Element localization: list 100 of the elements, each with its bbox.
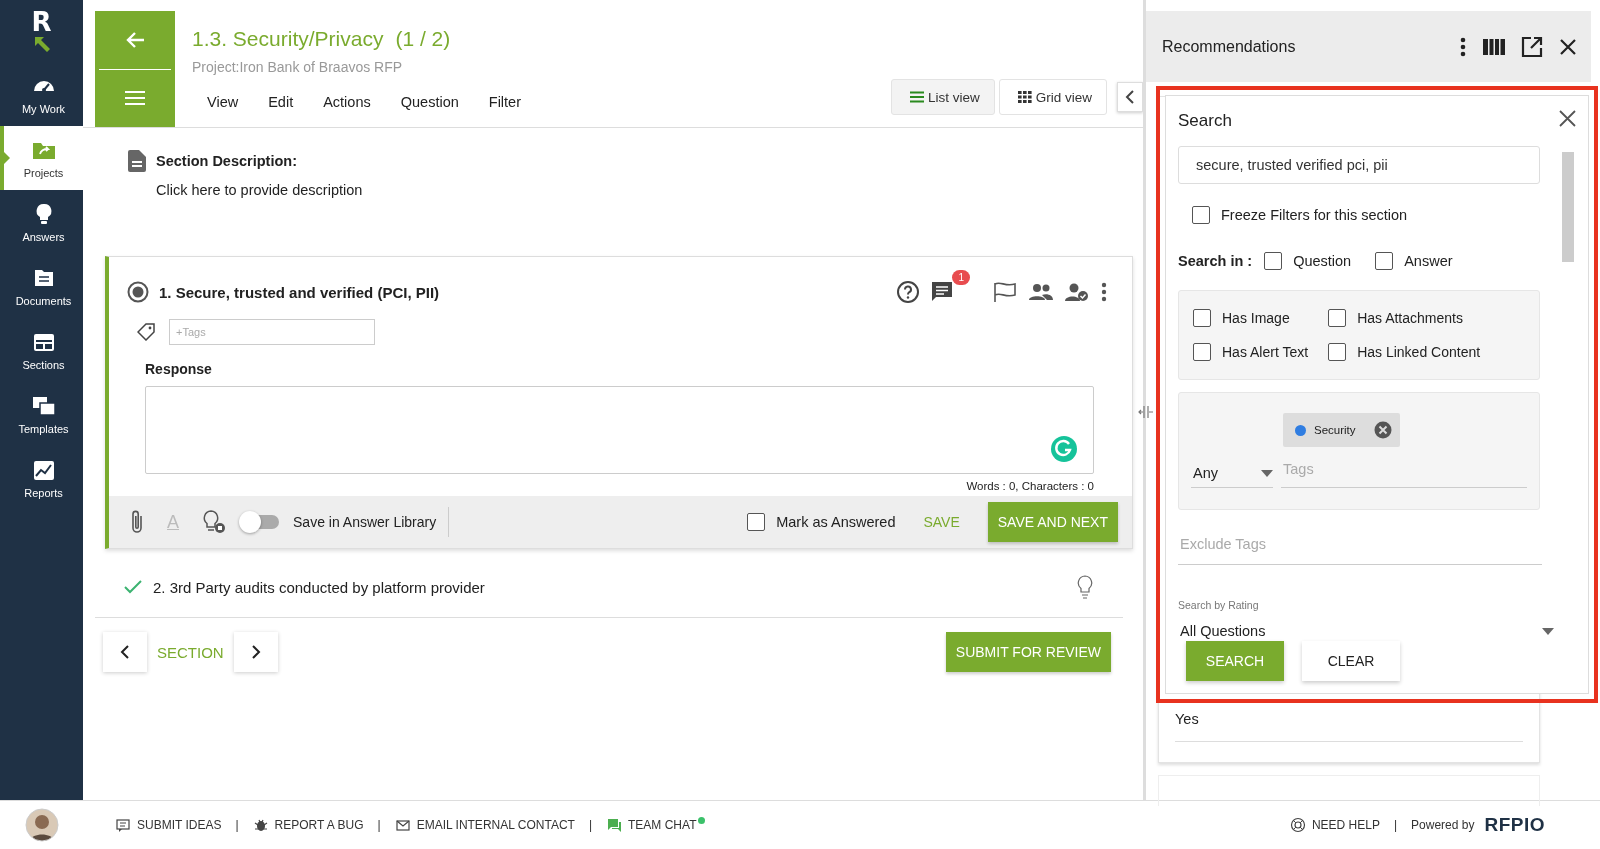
flag-icon[interactable] bbox=[992, 281, 1018, 303]
description-link[interactable]: Click here to provide description bbox=[156, 182, 1143, 198]
section-label: SECTION bbox=[156, 643, 225, 661]
close-button[interactable] bbox=[1559, 110, 1576, 127]
tags-field[interactable]: +Tags bbox=[169, 319, 375, 345]
ideas-icon bbox=[115, 817, 131, 833]
checkbox[interactable] bbox=[1328, 309, 1347, 327]
search-title: Search bbox=[1178, 111, 1232, 131]
next-button[interactable] bbox=[233, 632, 278, 672]
rating-label: Search by Rating bbox=[1178, 599, 1260, 611]
match-dropdown[interactable]: Any bbox=[1191, 459, 1273, 488]
help-icon[interactable] bbox=[896, 280, 920, 304]
checkbox-label: Freeze Filters for this section bbox=[1221, 207, 1408, 223]
grid-icon bbox=[1017, 91, 1032, 103]
footer-link[interactable]: SUBMIT IDEAS bbox=[115, 817, 222, 833]
menu-item[interactable]: Edit bbox=[253, 94, 309, 110]
sidebar-item[interactable]: Templates bbox=[0, 382, 83, 446]
checkbox-label: Has Image bbox=[1222, 310, 1290, 326]
bug-icon bbox=[252, 817, 269, 833]
project-name: Project:Iron Bank of Braavos RFP bbox=[192, 59, 404, 75]
sidebar-item[interactable]: Sections bbox=[0, 318, 83, 382]
separator: | bbox=[587, 818, 593, 832]
checkbox-label: Question bbox=[1293, 253, 1352, 269]
checkbox[interactable] bbox=[1264, 252, 1283, 270]
search-field[interactable]: secure, trusted verified pci, pii bbox=[1178, 146, 1540, 184]
list-icon bbox=[909, 91, 924, 103]
response-field[interactable] bbox=[145, 386, 1094, 474]
tag-chip[interactable]: Security bbox=[1283, 413, 1400, 447]
chevron-left-icon bbox=[120, 645, 130, 659]
close-button[interactable] bbox=[1559, 37, 1577, 56]
more-icon bbox=[1459, 35, 1467, 58]
checkbox-label: Answer bbox=[1404, 253, 1453, 269]
user-check-icon[interactable] bbox=[1064, 281, 1090, 303]
collapse-button[interactable] bbox=[1117, 82, 1143, 112]
checkbox[interactable] bbox=[1193, 343, 1211, 361]
question-title[interactable]: 2. 3rd Party audits conducted by platform provider bbox=[153, 578, 485, 596]
tags-field[interactable]: Tags bbox=[1281, 457, 1527, 488]
scrollbar[interactable] bbox=[1562, 152, 1574, 262]
checkbox-label: Has Linked Content bbox=[1357, 344, 1481, 360]
checkbox[interactable] bbox=[1193, 309, 1211, 327]
checkbox[interactable] bbox=[1328, 343, 1347, 361]
bulb-icon[interactable] bbox=[1077, 575, 1093, 599]
comment-count: 1 bbox=[952, 270, 970, 285]
footer-link[interactable]: TEAM CHAT bbox=[606, 817, 697, 833]
menu-item[interactable]: Question bbox=[385, 94, 474, 110]
mail-icon bbox=[394, 817, 411, 833]
toggle-label: Save in Answer Library bbox=[293, 507, 450, 537]
close-icon bbox=[1559, 37, 1577, 56]
paperclip-icon[interactable] bbox=[129, 509, 145, 535]
resize-handle-icon[interactable] bbox=[1138, 404, 1154, 420]
menu-item[interactable]: Filter bbox=[473, 94, 536, 110]
checkbox[interactable] bbox=[747, 513, 766, 531]
footer-link[interactable]: EMAIL INTERNAL CONTACT bbox=[394, 817, 575, 833]
section-title: 1.3. Security/Privacy bbox=[192, 27, 384, 51]
rating-dropdown[interactable]: All Questions bbox=[1178, 623, 1554, 639]
view-toggle[interactable]: List view bbox=[890, 79, 995, 115]
separator: | bbox=[234, 818, 240, 832]
help-link[interactable]: NEED HELP bbox=[1289, 817, 1380, 833]
more-button[interactable] bbox=[1459, 35, 1467, 58]
sidebar-item[interactable]: Reports bbox=[0, 446, 83, 510]
chevron-left-icon bbox=[1125, 90, 1135, 104]
tag-icon bbox=[137, 323, 155, 341]
caret-icon bbox=[1261, 469, 1273, 477]
previous-button[interactable] bbox=[103, 632, 147, 672]
logo-text: R bbox=[31, 9, 52, 34]
question-title: 1. Secure, trusted and verified (PCI, PII) bbox=[159, 283, 440, 301]
search-in-label: Search in : bbox=[1178, 253, 1253, 269]
menu-item[interactable]: Actions bbox=[308, 94, 386, 110]
response-label: Response bbox=[144, 360, 213, 377]
sidebar-item[interactable]: Documents bbox=[0, 254, 83, 318]
checkbox[interactable] bbox=[1375, 252, 1394, 270]
sidebar-item[interactable]: Projects bbox=[0, 126, 83, 190]
sidebar-item[interactable]: My Work bbox=[0, 62, 83, 126]
open-external-icon bbox=[1521, 35, 1543, 58]
open-external-button[interactable] bbox=[1521, 35, 1543, 58]
document-icon bbox=[128, 150, 146, 172]
columns-button[interactable] bbox=[1483, 38, 1505, 55]
radio-icon[interactable] bbox=[127, 281, 149, 303]
menu-item[interactable]: View bbox=[192, 94, 254, 110]
clear-button[interactable]: CLEAR bbox=[1302, 641, 1400, 681]
checkbox[interactable] bbox=[1192, 206, 1210, 224]
menu-icon bbox=[124, 90, 146, 107]
brand-logo: RFPIO bbox=[1484, 814, 1545, 836]
checkbox-label: Has Attachments bbox=[1357, 310, 1463, 326]
chevron-right-icon bbox=[250, 645, 261, 659]
avatar[interactable] bbox=[24, 808, 59, 842]
description-label: Section Description: bbox=[156, 153, 297, 169]
lifebuoy-icon bbox=[1289, 817, 1306, 833]
comment-icon[interactable] bbox=[930, 280, 954, 304]
chat-icon bbox=[606, 817, 622, 833]
footer-link[interactable]: REPORT A BUG bbox=[252, 817, 364, 833]
remove-icon[interactable] bbox=[1373, 421, 1392, 439]
checkbox-label: Mark as Answered bbox=[776, 514, 896, 530]
view-toggle[interactable]: Grid view bbox=[998, 79, 1107, 115]
separator: | bbox=[1392, 818, 1399, 832]
people-icon[interactable] bbox=[1028, 281, 1054, 303]
checkbox-label: Has Alert Text bbox=[1222, 344, 1309, 360]
sidebar-item[interactable]: Answers bbox=[0, 190, 83, 254]
more-icon[interactable] bbox=[1100, 281, 1108, 303]
bulb-icon[interactable] bbox=[201, 509, 227, 535]
